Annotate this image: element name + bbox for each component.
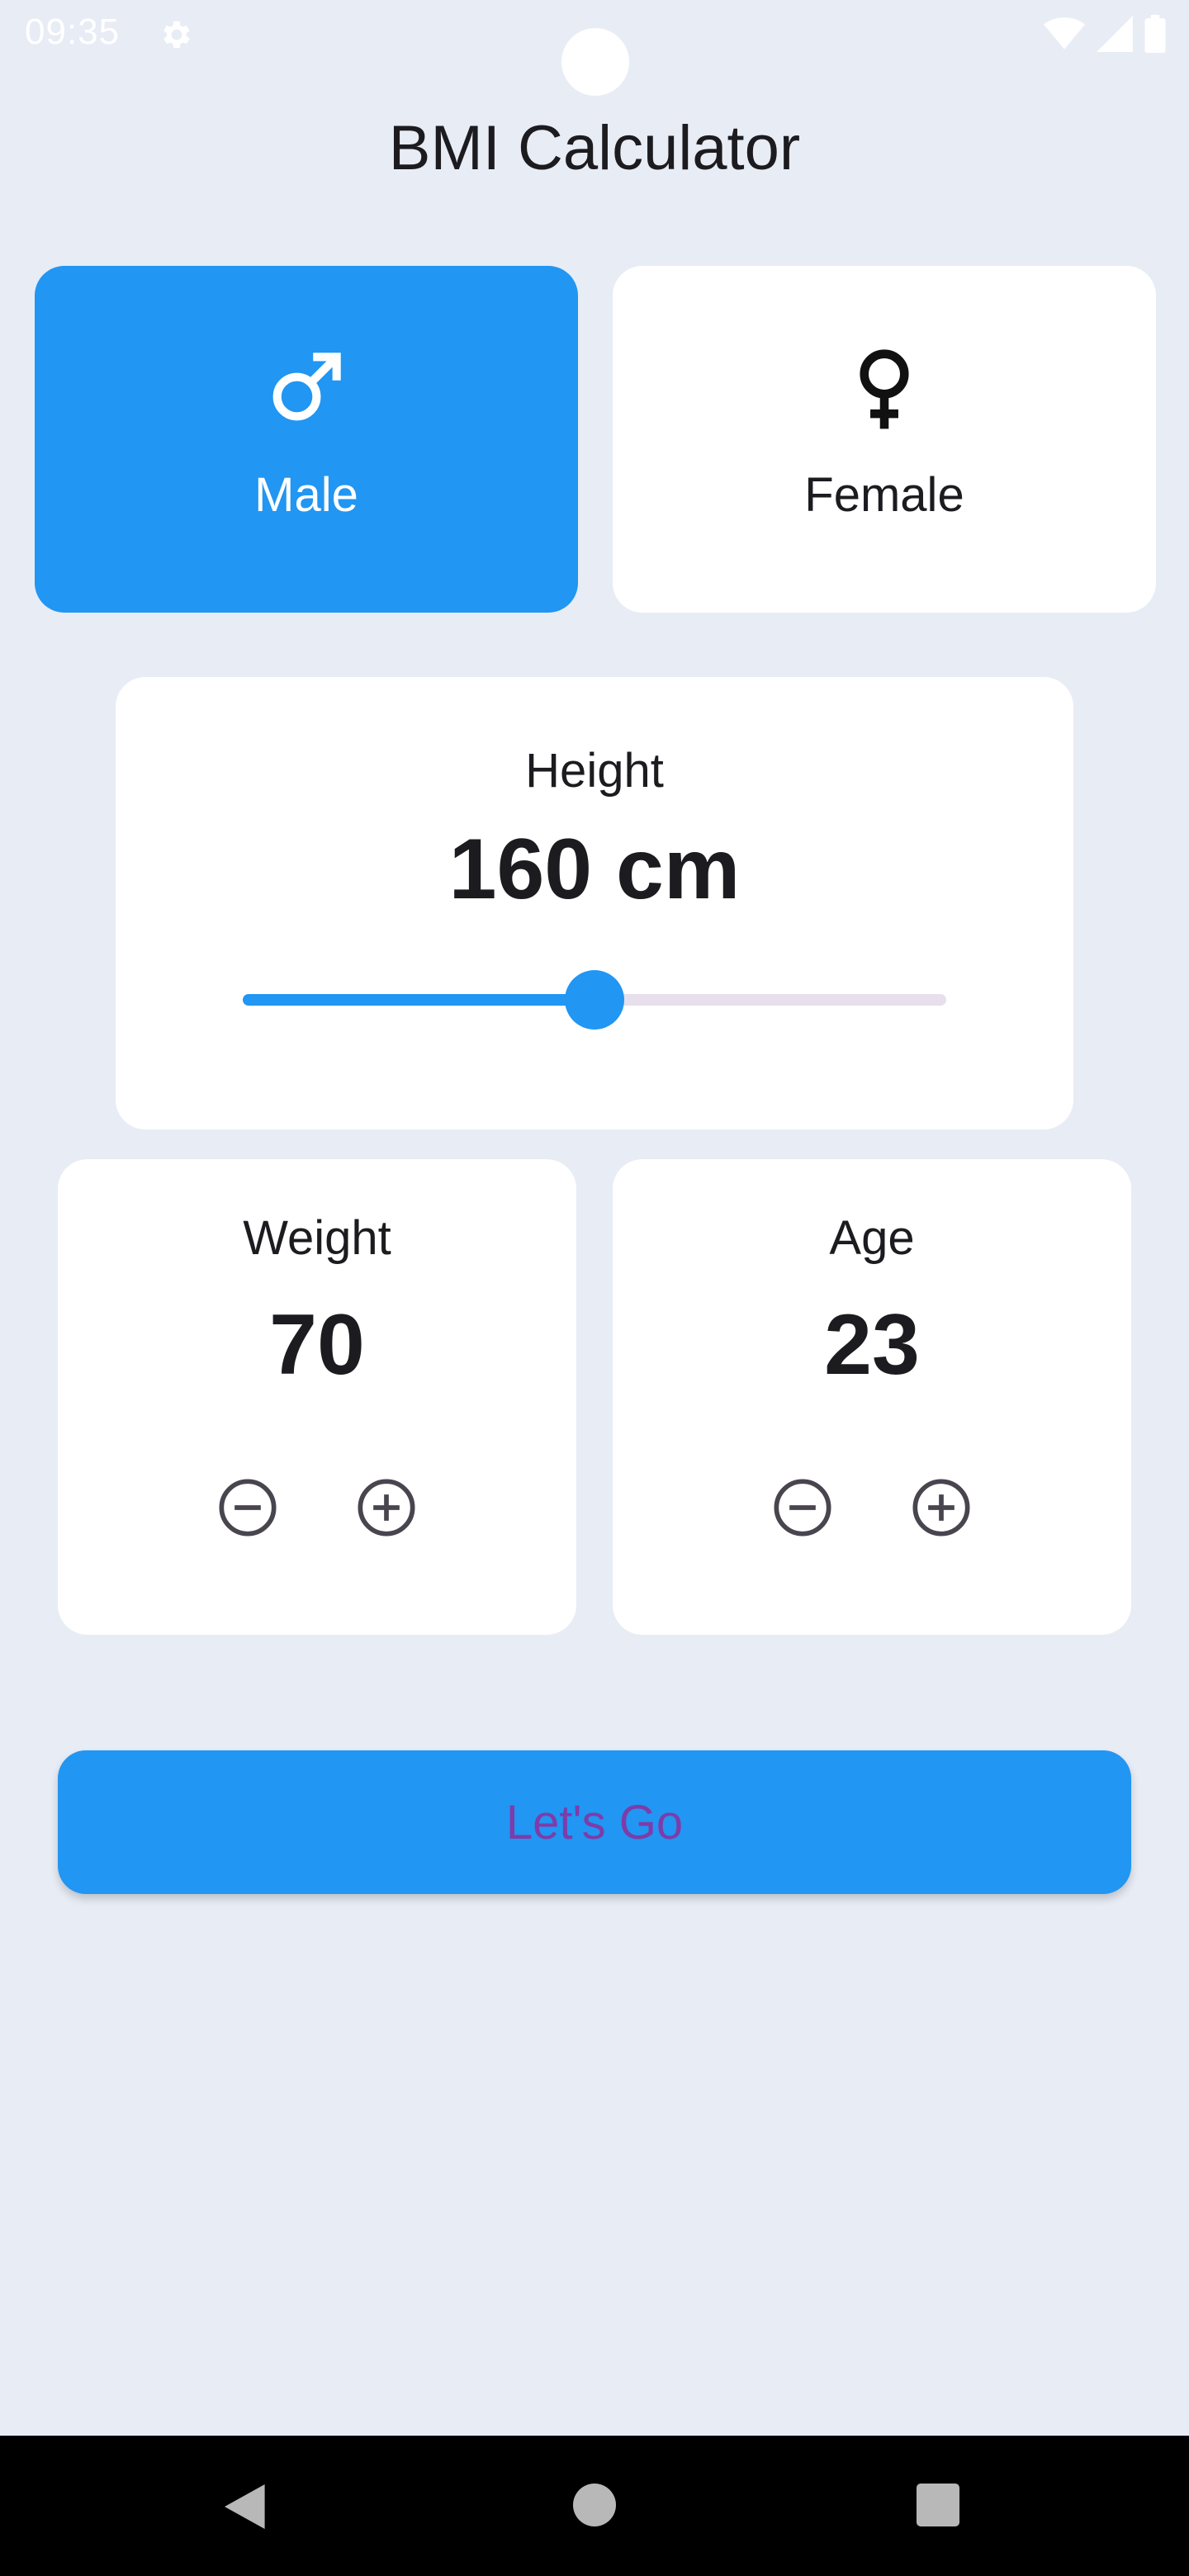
male-label: Male	[254, 468, 358, 522]
height-value: 160 cm	[448, 822, 741, 917]
wifi-icon	[1044, 17, 1085, 50]
height-label: Height	[525, 744, 664, 798]
battery-icon	[1144, 15, 1166, 53]
male-card[interactable]: Male	[35, 266, 578, 613]
weight-label: Weight	[243, 1211, 391, 1265]
male-icon	[272, 353, 341, 421]
age-label: Age	[829, 1211, 915, 1265]
age-value: 23	[824, 1297, 920, 1393]
signal-icon	[1097, 16, 1133, 52]
female-label: Female	[804, 468, 964, 522]
age-card: Age 23	[613, 1159, 1131, 1635]
status-time: 09:35	[25, 12, 121, 52]
navigation-bar	[0, 2436, 1189, 2576]
female-card[interactable]: Female	[613, 266, 1156, 613]
lets-go-button[interactable]: Let's Go	[58, 1750, 1131, 1894]
minus-circle-icon[interactable]	[216, 1476, 279, 1539]
height-slider[interactable]	[243, 970, 946, 1030]
recents-icon[interactable]	[917, 2484, 959, 2526]
gear-icon	[163, 21, 190, 49]
camera-cutout	[561, 28, 629, 96]
home-icon[interactable]	[573, 2484, 616, 2526]
weight-value: 70	[269, 1297, 365, 1393]
back-icon[interactable]	[225, 2484, 269, 2530]
plus-circle-icon[interactable]	[910, 1476, 973, 1539]
page-title: BMI Calculator	[388, 113, 801, 183]
weight-card: Weight 70	[58, 1159, 576, 1635]
slider-active-track	[243, 994, 594, 1006]
height-card: Height 160 cm	[116, 677, 1073, 1129]
slider-thumb[interactable]	[565, 970, 624, 1030]
plus-circle-icon[interactable]	[355, 1476, 418, 1539]
minus-circle-icon[interactable]	[771, 1476, 834, 1539]
female-icon	[860, 349, 909, 429]
